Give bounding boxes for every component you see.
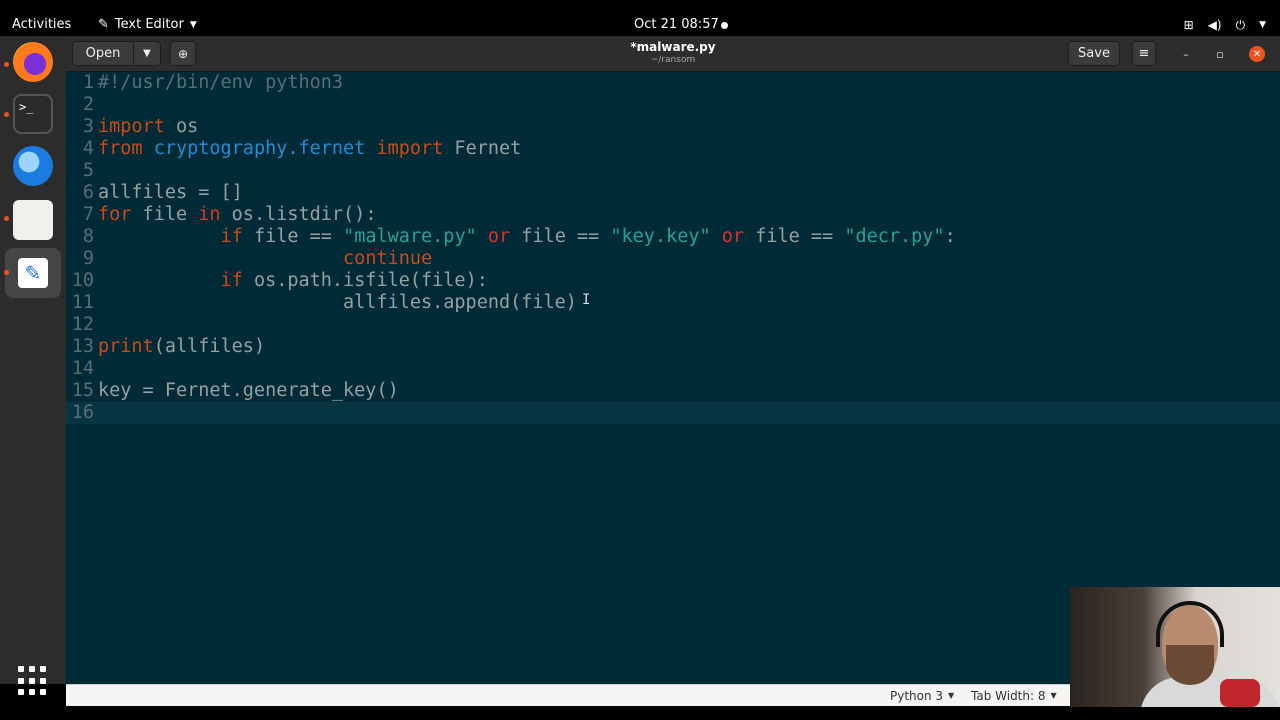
- chevron-down-icon: ▼: [189, 20, 197, 30]
- line-number: 1: [82, 72, 94, 93]
- open-button[interactable]: Open: [72, 41, 134, 66]
- running-indicator: [4, 112, 9, 117]
- minimize-button[interactable]: –: [1178, 46, 1194, 62]
- hamburger-icon: ≡: [1138, 46, 1150, 61]
- app-menu-label: Text Editor: [114, 17, 184, 32]
- thunderbird-icon[interactable]: [13, 146, 53, 186]
- line-number: 14: [71, 358, 94, 379]
- code-text: if os.path.isfile(file):: [220, 270, 488, 291]
- network-icon: ⊞: [1183, 18, 1194, 32]
- code-line[interactable]: 15 key = Fernet.generate_key(): [66, 380, 1280, 402]
- ibeam-cursor-icon: I: [582, 292, 591, 308]
- line-number: 5: [82, 160, 94, 181]
- code-line[interactable]: 12: [66, 314, 1280, 336]
- hamburger-menu-button[interactable]: ≡: [1132, 41, 1156, 66]
- chevron-down-icon: ▼: [1050, 691, 1057, 700]
- code-text: #!/usr/bin/env python3: [98, 72, 344, 93]
- code-line[interactable]: 7 for file in os.listdir():: [66, 204, 1280, 226]
- line-number: 13: [71, 336, 94, 357]
- language-label: Python 3: [890, 689, 944, 703]
- line-number: 4: [82, 138, 94, 159]
- line-number: 2: [82, 94, 94, 115]
- running-indicator: [4, 216, 9, 221]
- line-number: 9: [82, 248, 94, 269]
- line-number: 3: [82, 116, 94, 137]
- webcam-overlay: [1070, 587, 1280, 707]
- new-tab-button[interactable]: ⊕: [170, 41, 196, 66]
- code-text: continue: [343, 248, 433, 269]
- code-line[interactable]: 13 print(allfiles): [66, 336, 1280, 358]
- app-menu[interactable]: ✎ Text Editor ▼: [98, 17, 197, 33]
- code-line[interactable]: 10 if os.path.isfile(file):: [66, 270, 1280, 292]
- code-line[interactable]: 8 if file == "malware.py" or file == "ke…: [66, 226, 1280, 248]
- code-text: key = Fernet.generate_key(): [98, 380, 399, 401]
- code-line[interactable]: 4 from cryptography.fernet import Fernet: [66, 138, 1280, 160]
- code-line[interactable]: 14: [66, 358, 1280, 380]
- code-text: for file in os.listdir():: [98, 204, 377, 225]
- code-line[interactable]: 9 continue: [66, 248, 1280, 270]
- line-number: 16: [71, 402, 94, 423]
- maximize-button[interactable]: ▫: [1212, 46, 1228, 62]
- code-line[interactable]: 11 allfiles.append(file): [66, 292, 1280, 314]
- system-tray[interactable]: ⊞ ◀) ⏻ ▼: [1184, 17, 1266, 33]
- code-line[interactable]: 2: [66, 94, 1280, 116]
- code-text: allfiles = []: [98, 182, 243, 203]
- dock: >_ ✎: [0, 36, 66, 696]
- header-bar: Open ▼ ⊕ *malware.py ~/ransom Save ≡ – ▫…: [66, 36, 1280, 72]
- running-indicator: [4, 62, 9, 67]
- clock[interactable]: Oct 21 08:57: [634, 17, 719, 33]
- code-line[interactable]: 1 #!/usr/bin/env python3: [66, 72, 1280, 94]
- new-document-icon: ⊕: [177, 46, 189, 61]
- code-text: if file == "malware.py" or file == "key.…: [220, 226, 956, 247]
- text-editor-dock-item[interactable]: ✎: [5, 248, 61, 298]
- maximize-icon: ▫: [1216, 47, 1224, 61]
- webcam-red-object: [1220, 679, 1260, 707]
- show-apps-icon[interactable]: [18, 666, 48, 696]
- chevron-down-icon: ▼: [948, 691, 955, 700]
- files-icon[interactable]: [13, 200, 53, 240]
- line-number: 8: [82, 226, 94, 247]
- running-indicator: [4, 270, 9, 275]
- code-line[interactable]: 6 allfiles = []: [66, 182, 1280, 204]
- activities-button[interactable]: Activities: [12, 17, 71, 33]
- code-line[interactable]: 16: [66, 402, 1280, 424]
- volume-icon: ◀): [1207, 18, 1222, 32]
- save-button[interactable]: Save: [1068, 41, 1120, 66]
- notification-dot-icon: [721, 22, 728, 29]
- text-editor-small-icon: ✎: [98, 17, 109, 32]
- top-bar: Activities ✎ Text Editor ▼ Oct 21 08:57 …: [0, 0, 1280, 36]
- line-number: 12: [71, 314, 94, 335]
- code-text: from cryptography.fernet import Fernet: [98, 138, 522, 159]
- minimize-icon: –: [1183, 47, 1189, 61]
- firefox-icon[interactable]: [13, 42, 53, 82]
- language-selector[interactable]: Python 3 ▼: [890, 688, 954, 704]
- code-text: allfiles.append(file): [98, 292, 577, 313]
- line-number: 11: [71, 292, 94, 313]
- bottom-strip: [0, 706, 1280, 720]
- open-dropdown-button[interactable]: ▼: [133, 41, 161, 66]
- code-text: print(allfiles): [98, 336, 266, 357]
- chevron-down-icon: ▼: [143, 48, 151, 59]
- terminal-icon[interactable]: >_: [13, 94, 53, 134]
- text-editor-icon: ✎: [18, 258, 48, 288]
- close-icon: ✕: [1252, 48, 1262, 60]
- power-icon: ⏻: [1235, 18, 1246, 32]
- close-button[interactable]: ✕: [1249, 46, 1265, 62]
- webcam-person-beard: [1166, 645, 1214, 685]
- tab-width-selector[interactable]: Tab Width: 8 ▼: [971, 688, 1057, 704]
- line-number: 7: [82, 204, 94, 225]
- line-number: 10: [71, 270, 94, 291]
- line-number: 15: [71, 380, 94, 401]
- chevron-down-icon: ▼: [1259, 20, 1266, 30]
- line-number: 6: [82, 182, 94, 203]
- code-line[interactable]: 5: [66, 160, 1280, 182]
- code-text: import os: [98, 116, 199, 137]
- tab-width-label: Tab Width: 8: [971, 689, 1046, 703]
- code-line[interactable]: 3 import os: [66, 116, 1280, 138]
